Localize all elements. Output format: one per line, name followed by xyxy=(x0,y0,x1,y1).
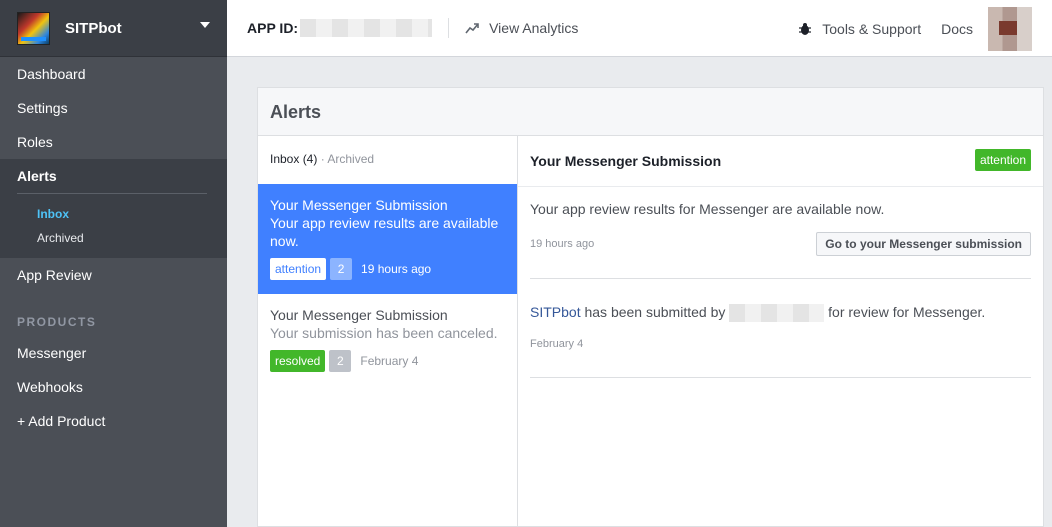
alert-tabs: Inbox (4) · Archived xyxy=(258,136,517,184)
detail-header: Your Messenger Submission attention xyxy=(518,136,1043,187)
nav-settings[interactable]: Settings xyxy=(0,91,227,125)
message-time: 19 hours ago xyxy=(530,238,595,250)
alert-time: February 4 xyxy=(360,354,419,368)
tools-support-link[interactable]: Tools & Support xyxy=(822,21,921,37)
topbar: APP ID: View Analytics Tools & Support D… xyxy=(227,0,1052,57)
alerts-section: Alerts Inbox Archived xyxy=(0,159,227,258)
message-text-part: has been submitted by xyxy=(580,304,730,320)
detail-title: Your Messenger Submission xyxy=(530,153,722,169)
message-text: SITPbot has been submitted by for review… xyxy=(530,303,1031,323)
message-time: February 4 xyxy=(530,338,584,351)
tab-archived[interactable]: Archived xyxy=(327,152,374,166)
nav-add-product[interactable]: + Add Product xyxy=(0,404,227,438)
message: Your app review results for Messenger ar… xyxy=(530,187,1031,279)
nav-dashboard[interactable]: Dashboard xyxy=(0,57,227,91)
trending-up-icon xyxy=(465,23,479,34)
status-badge: attention xyxy=(270,258,327,280)
products-heading: PRODUCTS xyxy=(17,315,97,329)
nav-alerts-inbox[interactable]: Inbox xyxy=(0,202,227,226)
nav-alerts-archived[interactable]: Archived xyxy=(0,226,227,250)
alert-meta: attention 2 19 hours ago xyxy=(270,258,505,280)
count-badge: 2 xyxy=(330,258,353,280)
alert-title: Your Messenger Submission xyxy=(270,307,448,323)
app-id-label: APP ID: xyxy=(247,20,299,36)
nav-webhooks[interactable]: Webhooks xyxy=(0,370,227,404)
status-badge: attention xyxy=(974,149,1031,171)
alert-meta: resolved 2 February 4 xyxy=(270,350,505,372)
alert-subtitle: Your submission has been canceled. xyxy=(270,325,498,341)
alert-subtitle: Your app review results are available no… xyxy=(270,215,499,249)
view-analytics-link[interactable]: View Analytics xyxy=(489,20,578,36)
alert-time: 19 hours ago xyxy=(361,262,432,276)
topbar-right: Tools & Support Docs xyxy=(798,0,1032,57)
message-meta: February 4 xyxy=(530,338,1031,350)
nav-app-review[interactable]: App Review xyxy=(0,258,227,292)
chevron-down-icon[interactable] xyxy=(200,22,210,28)
app-id-value-redacted xyxy=(300,19,433,37)
message-meta: 19 hours ago Go to your Messenger submis… xyxy=(530,232,1031,256)
alerts-panel: Alerts Inbox (4) · Archived Your Messeng… xyxy=(257,87,1044,527)
tab-separator: · xyxy=(317,152,328,166)
message-text: Your app review results for Messenger ar… xyxy=(530,201,885,217)
app-logo xyxy=(17,11,50,45)
tab-inbox[interactable]: Inbox (4) xyxy=(270,152,317,166)
app-switcher[interactable]: SITPbot xyxy=(0,0,227,57)
divider xyxy=(448,18,450,38)
app-name: SITPbot xyxy=(65,19,122,37)
alert-detail: Your Messenger Submission attention Your… xyxy=(518,136,1043,526)
docs-link[interactable]: Docs xyxy=(941,21,973,37)
sidebar: SITPbot Dashboard Settings Roles Alerts … xyxy=(0,0,227,527)
nav-alerts[interactable]: Alerts xyxy=(0,159,227,193)
avatar[interactable] xyxy=(988,6,1032,51)
message: SITPbot has been submitted by for review… xyxy=(530,279,1031,378)
message-text-part: for review for Messenger. xyxy=(824,304,986,320)
nav-messenger[interactable]: Messenger xyxy=(0,336,227,370)
count-badge: 2 xyxy=(329,350,352,372)
list-item[interactable]: Your Messenger Submission Your submissio… xyxy=(258,294,517,384)
alert-title: Your Messenger Submission xyxy=(270,197,448,213)
bug-icon xyxy=(799,22,812,35)
list-item[interactable]: Your Messenger Submission Your app revie… xyxy=(258,184,517,294)
nav-roles[interactable]: Roles xyxy=(0,125,227,159)
alert-list: Inbox (4) · Archived Your Messenger Subm… xyxy=(258,136,518,526)
go-to-submission-button[interactable]: Go to your Messenger submission xyxy=(816,232,1031,256)
page-title: Alerts xyxy=(258,88,1043,136)
app-link[interactable]: SITPbot xyxy=(530,304,581,320)
status-badge: resolved xyxy=(270,350,326,372)
submitter-redacted xyxy=(729,304,825,323)
